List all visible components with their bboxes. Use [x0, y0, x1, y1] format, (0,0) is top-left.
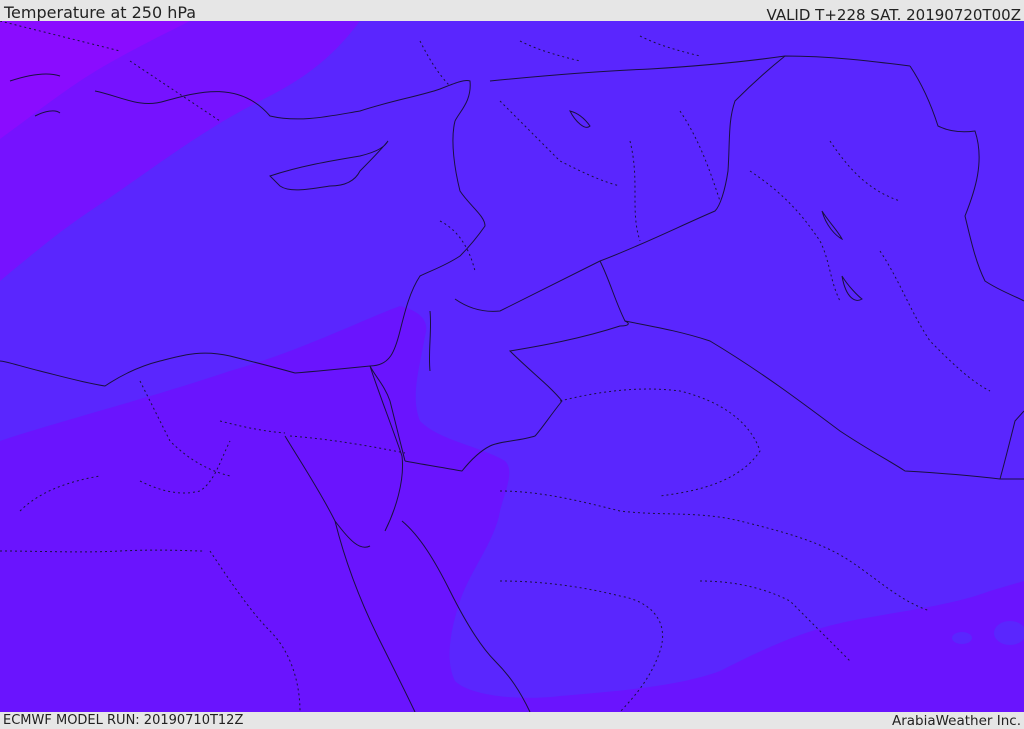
map-title: Temperature at 250 hPa — [4, 3, 197, 22]
header-bar: Temperature at 250 hPa VALID T+228 SAT. … — [0, 0, 1024, 24]
map-window: Temperature at 250 hPa VALID T+228 SAT. … — [0, 0, 1024, 729]
temperature-map[interactable] — [0, 21, 1024, 712]
credit-label: ArabiaWeather Inc. — [891, 713, 1021, 729]
footer-bar: ECMWF MODEL RUN: 20190710T12Z ArabiaWeat… — [0, 712, 1024, 729]
model-run-label: ECMWF MODEL RUN: 20190710T12Z — [3, 713, 244, 728]
temperature-pocket — [952, 632, 972, 644]
map-canvas — [0, 21, 1024, 712]
